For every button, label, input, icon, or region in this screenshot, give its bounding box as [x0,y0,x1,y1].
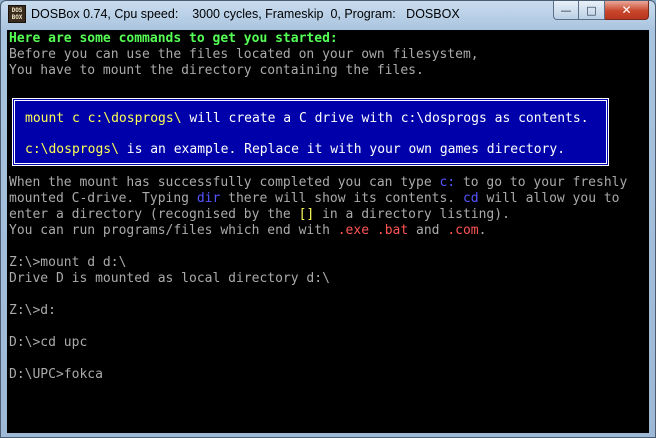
title-bar[interactable]: DOS BOX DOSBox 0.74, Cpu speed: 3000 cyc… [1,1,655,29]
help-text: mounted C-drive. Typing [9,191,197,206]
mount-help-text-2: is an example. Replace it with your own … [118,142,566,157]
help-text: there will show its contents. [220,191,463,206]
com-extension: .com [447,223,479,238]
help-text: When the mount has successfully complete… [9,175,440,190]
command-output: Drive D is mounted as local directory d:… [9,271,330,286]
help-text: and [408,223,448,238]
mount-command-example: mount c c:\dosprogs\ [25,111,182,126]
intro-heading: Here are some commands to get you starte… [9,31,338,46]
window-title: DOSBox 0.74, Cpu speed: 3000 cycles, Fra… [31,7,460,21]
help-text: to go to your freshly [455,175,628,190]
brackets-keyword: [] [298,207,315,222]
help-text: You can run programs/files which end wit… [9,223,338,238]
bat-extension: .bat [376,223,409,238]
intro-line-1: Before you can use the files located on … [9,47,479,62]
help-line-2: mounted C-drive. Typing dir there will s… [9,191,620,207]
drive-c-keyword: c: [439,175,456,190]
help-text: . [478,223,487,238]
dir-keyword: dir [196,191,221,206]
prompt-line: Z:\>mount d d:\ [9,255,127,270]
cd-keyword: cd [462,191,479,206]
mount-help-box: mount c c:\dosprogs\ will create a C dri… [12,98,609,166]
prompt-line: Z:\>d: [9,303,56,318]
close-button[interactable]: ✕ [605,1,649,20]
help-text: in a directory listing). [314,207,510,222]
prompt-line: D:\>cd upc [9,335,88,350]
mount-dir-example: c:\dosprogs\ [25,142,119,157]
intro-line-2: You have to mount the directory containi… [9,63,424,78]
mount-help-text-1: will create a C drive with c:\dosprogs a… [181,111,589,126]
help-text: will allow you to [478,191,620,206]
dosbox-app-icon[interactable]: DOS BOX [8,5,26,23]
mount-help-line-2: c:\dosprogs\ is an example. Replace it w… [25,142,565,158]
current-prompt-line[interactable]: D:\UPC>fokca [9,367,103,383]
minimize-button[interactable]: — [553,1,579,20]
help-text: enter a directory (recognised by the [9,207,299,222]
dosbox-window: DOS BOX DOSBox 0.74, Cpu speed: 3000 cyc… [0,0,656,438]
exe-extension: .exe [337,223,370,238]
help-line-4: You can run programs/files which end wit… [9,223,486,239]
mount-help-line-1: mount c c:\dosprogs\ will create a C dri… [25,111,589,127]
dos-console[interactable]: Here are some commands to get you starte… [7,30,649,433]
help-line-1: When the mount has successfully complete… [9,175,627,191]
maximize-button[interactable]: □ [579,1,605,20]
window-controls: — □ ✕ [553,1,649,21]
help-line-3: enter a directory (recognised by the [] … [9,207,510,223]
